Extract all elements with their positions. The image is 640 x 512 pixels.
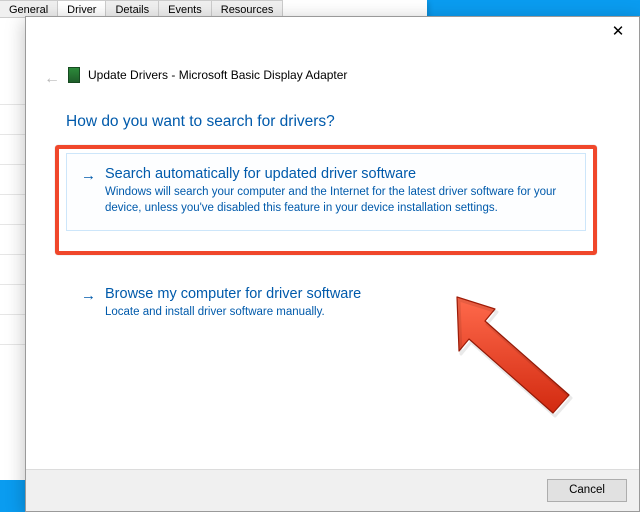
update-drivers-dialog: ✕ ← Update Drivers - Microsoft Basic Dis… — [25, 16, 640, 512]
option-title: Search automatically for updated driver … — [105, 166, 569, 182]
back-arrow-icon: ← — [44, 71, 60, 87]
close-icon[interactable]: ✕ — [603, 21, 633, 45]
option-search-automatically[interactable]: → Search automatically for updated drive… — [66, 153, 586, 231]
wizard-question: How do you want to search for drivers? — [66, 113, 335, 131]
arrow-right-icon: → — [81, 167, 96, 184]
arrow-right-icon: → — [81, 287, 96, 304]
dialog-footer: Cancel — [26, 469, 639, 511]
dialog-title: Update Drivers - Microsoft Basic Display… — [88, 68, 347, 82]
option-desc: Windows will search your computer and th… — [105, 185, 569, 216]
option-desc: Locate and install driver software manua… — [105, 305, 569, 321]
option-browse-computer[interactable]: → Browse my computer for driver software… — [66, 273, 586, 336]
option-title: Browse my computer for driver software — [105, 286, 569, 302]
cancel-button[interactable]: Cancel — [547, 479, 627, 502]
device-icon — [68, 67, 80, 83]
